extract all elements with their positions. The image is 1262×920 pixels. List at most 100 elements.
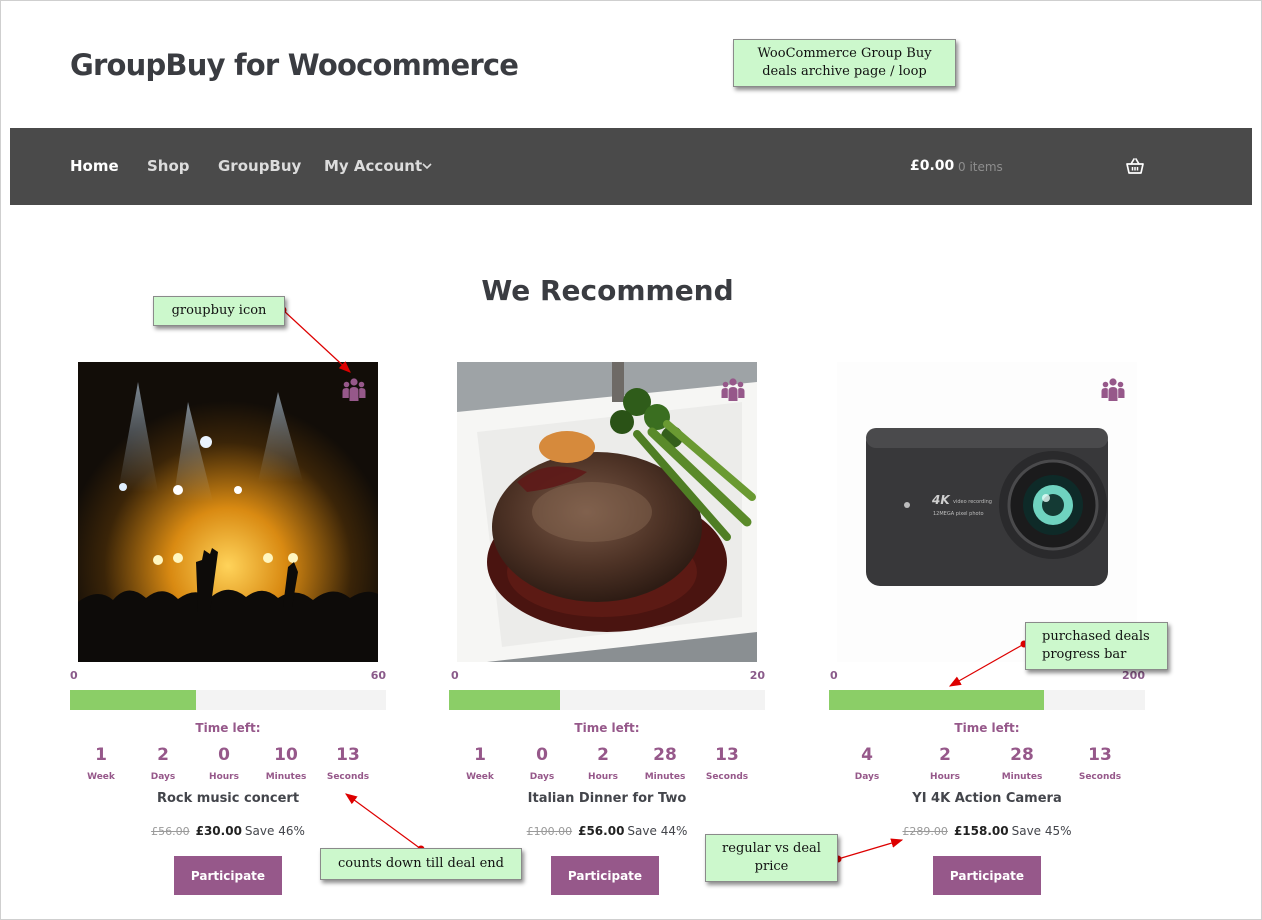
deal-price: £56.00 (578, 824, 625, 838)
countdown-value: 13 (715, 745, 739, 765)
groupbuy-icon (1101, 378, 1125, 401)
countdown-value: 1 (474, 745, 486, 765)
annotation-text: groupbuy icon (171, 303, 267, 318)
countdown-seconds: 13 Seconds (1069, 745, 1131, 782)
countdown-label: Minutes (265, 772, 307, 782)
countdown-label: Seconds (1078, 772, 1122, 782)
countdown-label: Hours (930, 772, 960, 782)
countdown-minutes: 10 Minutes (255, 745, 317, 782)
countdown-seconds: 13 Seconds (696, 745, 758, 782)
progress-bar (829, 690, 1145, 710)
cart-count[interactable]: 0 items (958, 160, 1003, 174)
countdown-days: 2 Days (132, 745, 194, 782)
site-title[interactable]: GroupBuy for Woocommerce (70, 48, 519, 82)
regular-price: £289.00 (902, 825, 948, 838)
main-navigation: Home Shop GroupBuy My Account £0.00 0 it… (10, 128, 1252, 205)
countdown-hours: 2 Hours (572, 745, 634, 782)
nav-my-account[interactable]: My Account (324, 157, 422, 175)
countdown-value: 2 (597, 745, 609, 765)
countdown-days: 0 Days (511, 745, 573, 782)
save-text: Save 46% (244, 824, 305, 838)
participate-button[interactable]: Participate (551, 856, 659, 895)
annotation-text: WooCommerce Group Buy (757, 46, 932, 61)
product-image-steak[interactable] (457, 362, 757, 662)
annotation-text: price (754, 859, 789, 874)
progress-max-label: 200 (1122, 669, 1145, 682)
product-title[interactable]: Rock music concert (70, 791, 386, 806)
deal-price: £158.00 (953, 824, 1009, 838)
countdown-value: 0 (536, 745, 548, 765)
deal-price: £30.00 (195, 824, 242, 838)
countdown-label: Week (87, 772, 115, 782)
progress-min-label: 0 (451, 669, 459, 682)
countdown-seconds: 13 Seconds (317, 745, 379, 782)
progress-min-label: 0 (70, 669, 78, 682)
countdown-label: Days (150, 772, 176, 782)
countdown-days: 4 Days (836, 745, 898, 782)
countdown-value: 28 (653, 745, 677, 765)
annotation-groupbuy-icon: groupbuy icon (153, 296, 285, 326)
regular-price: £100.00 (526, 825, 573, 838)
countdown-value: 13 (336, 745, 360, 765)
product-title[interactable]: Italian Dinner for Two (449, 791, 765, 806)
countdown-label: Days (529, 772, 555, 782)
annotation-archive-page: WooCommerce Group Buy deals archive page… (733, 39, 956, 87)
progress-bar (70, 690, 386, 710)
countdown-label: Minutes (1001, 772, 1043, 782)
progress-fill (829, 690, 1044, 710)
countdown-label: Week (466, 772, 494, 782)
price-line: £56.00 £30.00 Save 46% (70, 824, 386, 838)
time-left-label: Time left: (574, 721, 640, 735)
annotation-text: regular vs deal (722, 841, 821, 856)
countdown-label: Seconds (326, 772, 370, 782)
countdown-minutes: 28 Minutes (634, 745, 696, 782)
save-text: Save 44% (627, 824, 688, 838)
basket-icon[interactable] (1125, 156, 1145, 176)
regular-price: £56.00 (151, 825, 190, 838)
groupbuy-icon (721, 378, 745, 401)
countdown-value: 10 (274, 745, 298, 765)
progress-max-label: 20 (749, 669, 765, 682)
product-image-concert[interactable] (78, 362, 378, 662)
annotation-progress-bar: purchased deals progress bar (1025, 622, 1168, 670)
product-card-italian-dinner: 0 20 Time left: 1 Week 0 Days 2 Hours 28… (449, 362, 769, 902)
progress-fill (70, 690, 197, 710)
annotation-text: counts down till deal end (338, 856, 504, 871)
countdown-label: Minutes (644, 772, 686, 782)
price-line: £289.00 £158.00 Save 45% (829, 824, 1145, 838)
camera-label-4k: 4K (931, 493, 951, 507)
countdown-week: 1 Week (70, 745, 132, 782)
countdown-label: Hours (588, 772, 618, 782)
progress-bar (449, 690, 765, 710)
participate-button[interactable]: Participate (933, 856, 1041, 895)
product-image-camera[interactable]: 4K video recording 12MEGA pixel photo (837, 362, 1137, 662)
countdown-value: 1 (95, 745, 107, 765)
nav-groupbuy[interactable]: GroupBuy (218, 157, 301, 175)
cart-total[interactable]: £0.00 (910, 158, 954, 174)
countdown-value: 28 (1010, 745, 1034, 765)
annotation-text: progress bar (1042, 647, 1127, 662)
save-text: Save 45% (1011, 824, 1072, 838)
countdown-label: Days (854, 772, 880, 782)
time-left-label: Time left: (195, 721, 261, 735)
countdown-label: Hours (209, 772, 239, 782)
countdown-hours: 0 Hours (193, 745, 255, 782)
annotation-text: purchased deals (1042, 629, 1150, 644)
product-card-rock-concert: 0 60 Time left: 1 Week 2 Days 0 Hours 10… (70, 362, 390, 902)
annotation-price: regular vs deal price (705, 834, 838, 882)
progress-fill (449, 690, 560, 710)
countdown-week: 1 Week (449, 745, 511, 782)
annotation-text: deals archive page / loop (762, 64, 927, 79)
nav-home[interactable]: Home (70, 157, 119, 175)
countdown-value: 0 (218, 745, 230, 765)
participate-button[interactable]: Participate (174, 856, 282, 895)
annotation-countdown: counts down till deal end (320, 848, 522, 880)
chevron-down-icon[interactable] (420, 157, 434, 175)
product-title[interactable]: YI 4K Action Camera (829, 791, 1145, 806)
countdown-hours: 2 Hours (914, 745, 976, 782)
nav-shop[interactable]: Shop (147, 157, 190, 175)
groupbuy-icon (342, 378, 366, 401)
countdown-label: Seconds (705, 772, 749, 782)
countdown-value: 4 (861, 745, 873, 765)
countdown-value: 2 (939, 745, 951, 765)
